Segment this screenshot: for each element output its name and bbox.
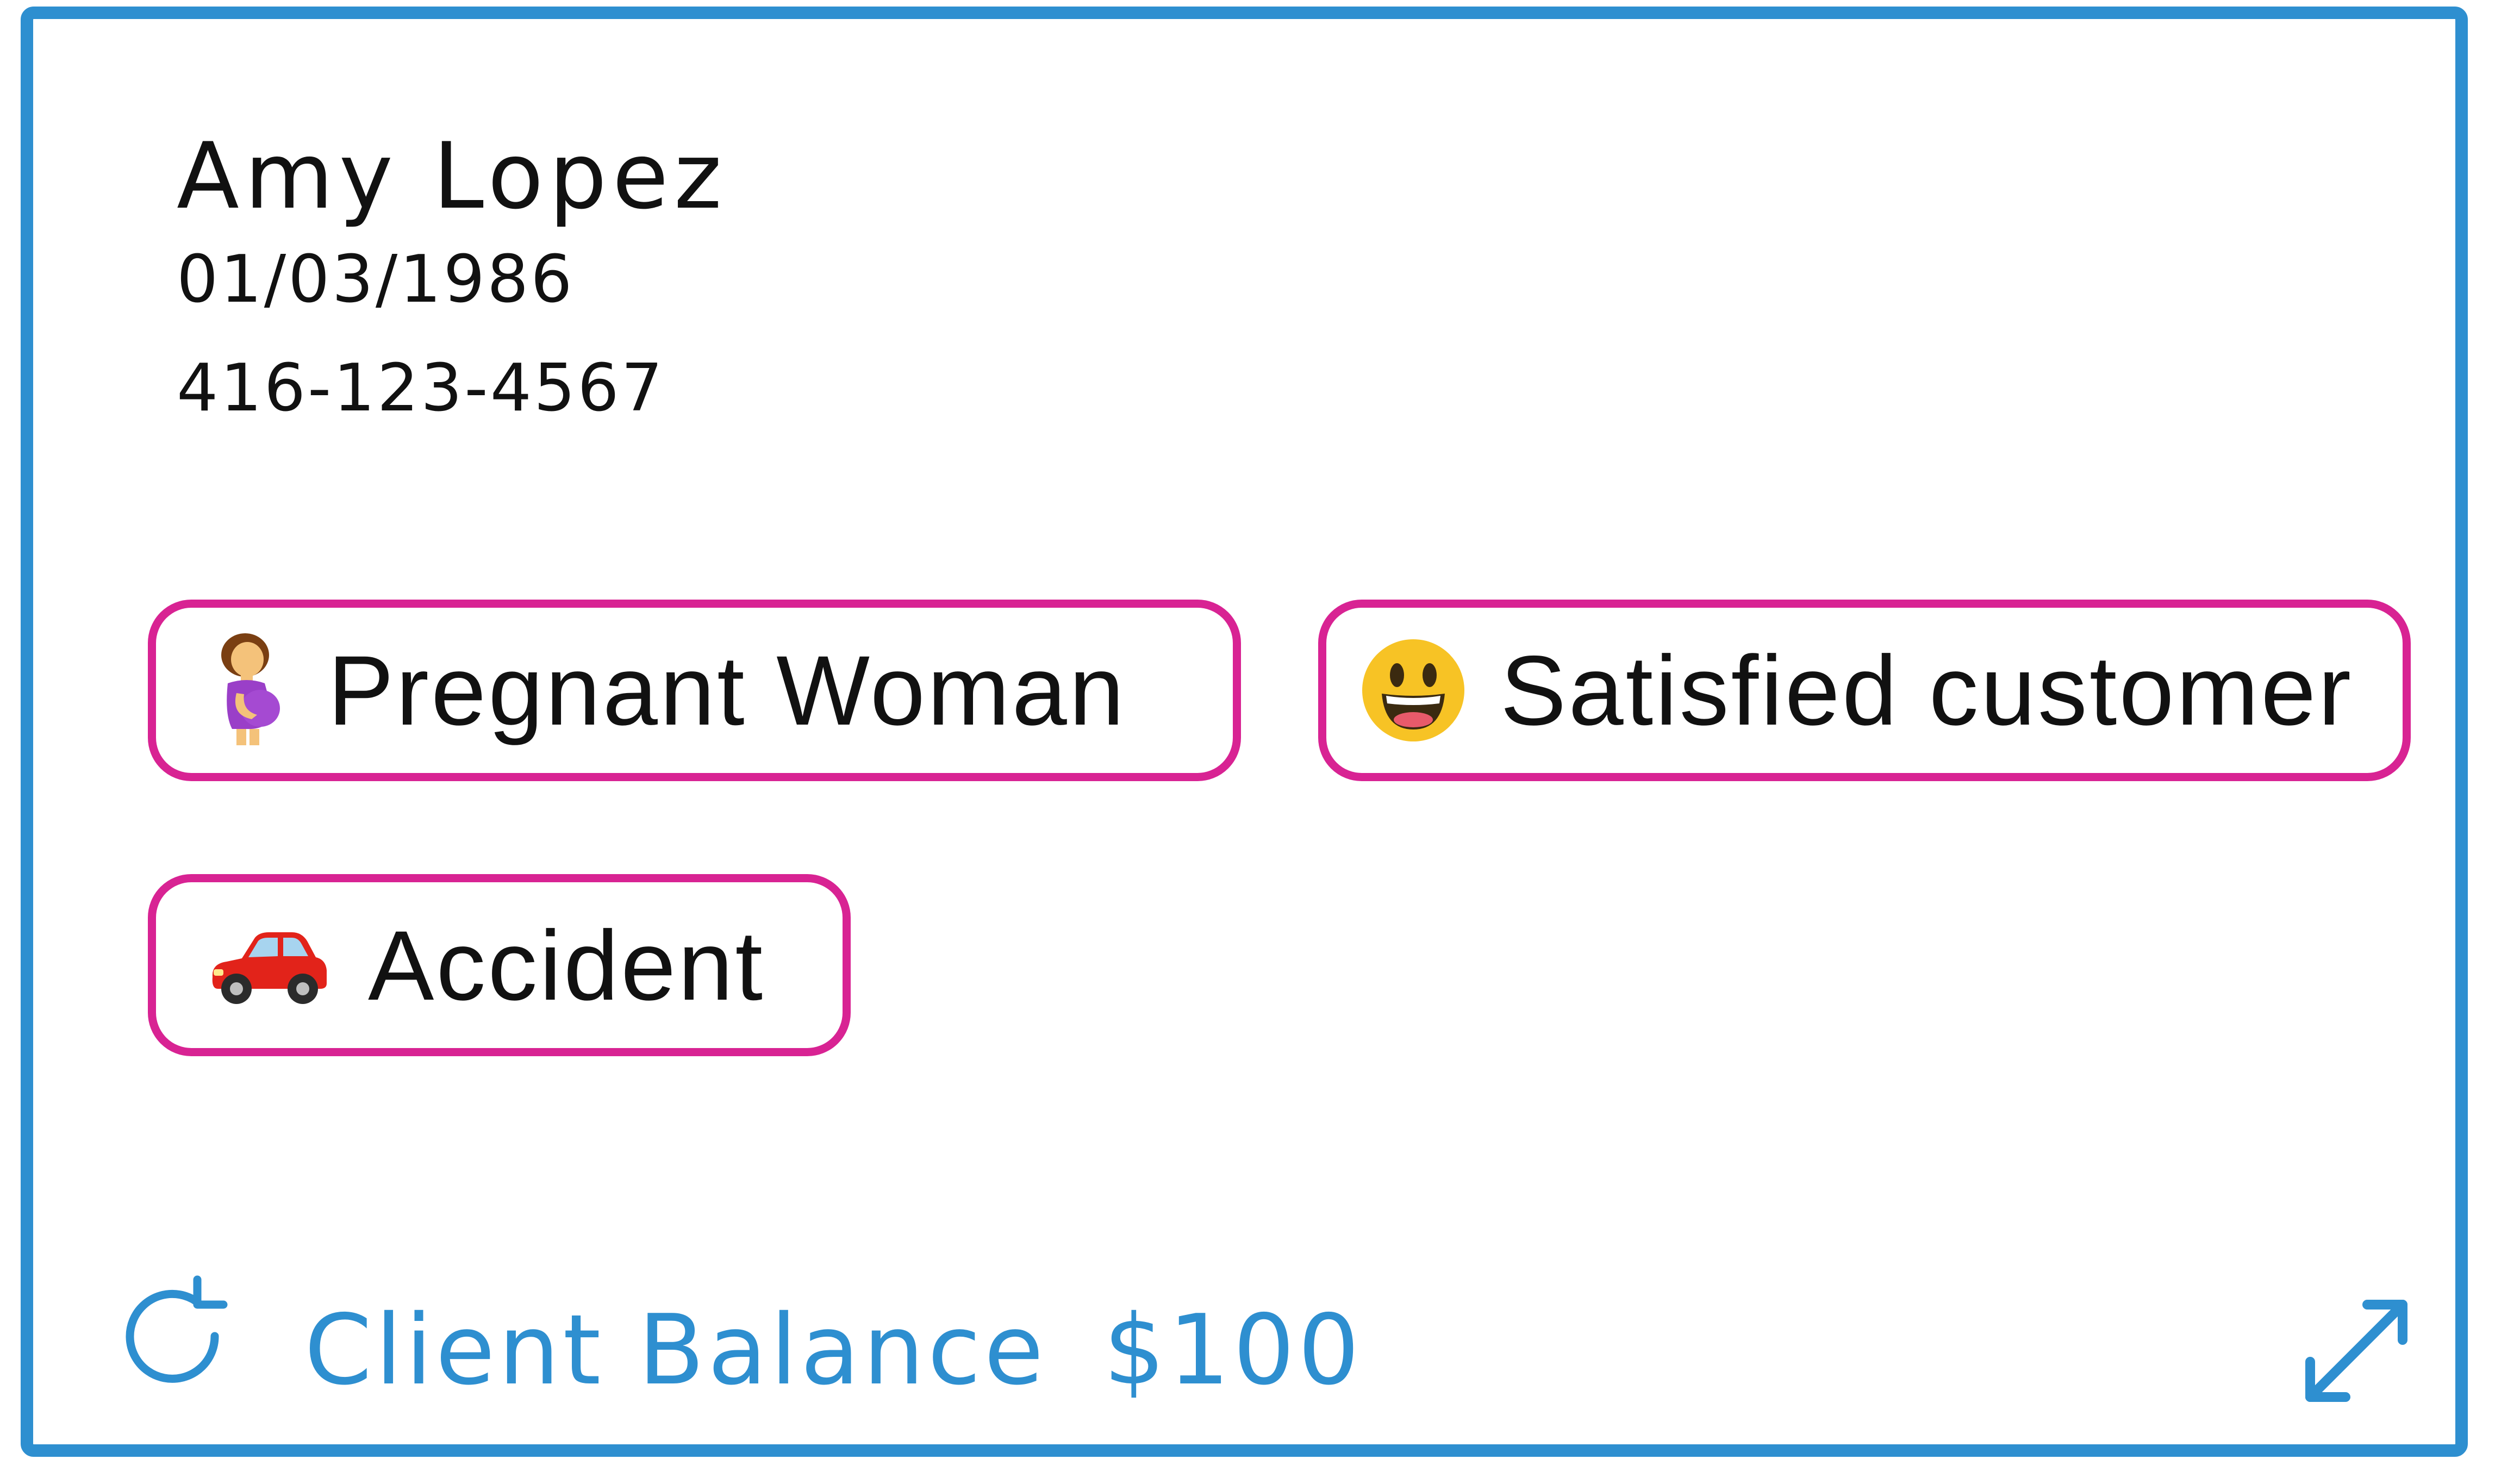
client-balance-label: Client Balance — [304, 1294, 1047, 1406]
tag-label: Pregnant Woman — [328, 635, 1126, 746]
expand-icon — [2305, 1300, 2407, 1402]
pregnant-woman-icon — [206, 633, 288, 747]
smiley-face-icon — [1360, 637, 1467, 744]
refresh-button[interactable] — [111, 1272, 239, 1400]
client-dob: 01/03/1986 — [177, 242, 575, 317]
tag-satisfied-customer[interactable]: Satisfied customer — [1318, 600, 2411, 781]
tag-accident[interactable]: Accident — [148, 874, 851, 1056]
tag-label: Accident — [368, 909, 765, 1021]
tag-pregnant-woman[interactable]: Pregnant Woman — [148, 600, 1241, 781]
red-car-icon — [205, 925, 330, 1006]
expand-button[interactable] — [2294, 1288, 2419, 1413]
client-name: Amy Lopez — [177, 123, 728, 229]
client-balance-value: $100 — [1103, 1294, 1363, 1406]
refresh-icon — [126, 1275, 228, 1383]
tag-label: Satisfied customer — [1500, 635, 2354, 746]
client-phone: 416-123-4567 — [177, 351, 665, 426]
